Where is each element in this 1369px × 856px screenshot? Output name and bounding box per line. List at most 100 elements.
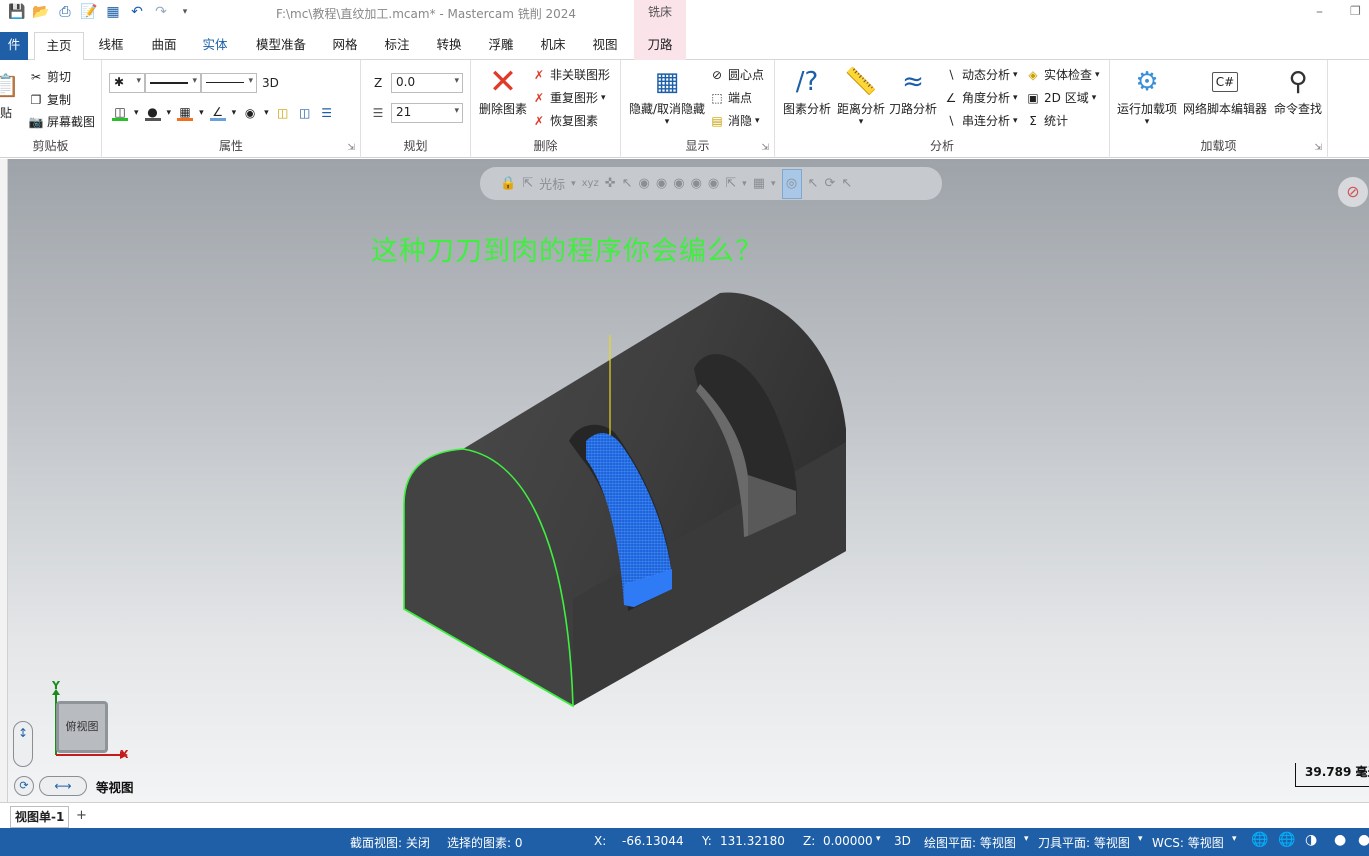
chevron-down-icon[interactable]: ▾ [167,108,172,118]
solid-check-button[interactable]: ◈ 实体检查 ▾ [1025,66,1099,83]
manager-collapsed-strip[interactable] [0,159,8,802]
open-folder-icon[interactable]: 📂 [32,3,50,21]
screenshot-button[interactable]: 📷 屏幕截图 [28,113,96,130]
tab-annotate[interactable]: 标注 [376,32,418,60]
dynamic-analysis-icon: ∖ [947,67,955,82]
duplicate-geometry-button[interactable]: ✗ 重复图形 ▾ [531,89,606,106]
viewcube-label: 俯视图 [65,720,99,733]
angle-analysis-button[interactable]: ∠ 角度分析 ▾ [943,89,1018,106]
material-icon[interactable]: ◉ [242,105,258,121]
hide-unhide-button[interactable]: ▦ 隐藏/取消隐藏 ▾ [627,64,707,127]
z-depth-input[interactable]: 0.0 ▾ [391,73,463,93]
addins-launcher-icon[interactable]: ⇲ [1314,143,1322,153]
tab-home[interactable]: 主页 [34,32,84,61]
redo-icon[interactable]: ↷ [152,3,170,21]
copy-icon: ❐ [30,92,42,107]
merge-icon[interactable]: ▦ [104,3,122,21]
wireframe-display-icon[interactable]: 🌐 [1278,832,1295,848]
undo-icon[interactable]: ↶ [128,3,146,21]
view-sheet-tab[interactable]: 视图单-1 [10,806,70,828]
dynamic-analysis-button[interactable]: ∖ 动态分析 ▾ [943,66,1017,83]
chevron-down-icon[interactable]: ▾ [134,108,139,118]
add-view-sheet-button[interactable]: + [76,808,87,823]
print-icon[interactable]: ⎙ [56,3,74,21]
tab-machine[interactable]: 机床 [532,32,574,60]
rotate-icon[interactable]: ⟳ [14,776,34,796]
tab-file[interactable]: 件 [0,32,28,60]
line-style-select[interactable]: ▾ [145,73,201,93]
run-addin-button[interactable]: ⚙ 运行加载项 ▾ [1116,64,1178,127]
globe-icon[interactable]: 🌐 [1251,832,1268,848]
save-as-icon[interactable]: 📝 [80,3,98,21]
level-input[interactable]: 21 ▾ [391,103,463,123]
blank-button[interactable]: ▤ 消隐 ▾ [709,112,760,129]
statistics-button[interactable]: Σ 统计 [1025,112,1068,129]
toolpath-analysis-button[interactable]: ≈ 刀路分析 [887,64,939,117]
reset-attributes-icon[interactable]: ◫ [297,105,313,121]
chevron-down-icon[interactable]: ▾ [1024,834,1029,844]
minimize-icon[interactable]: – [1316,4,1323,20]
set-attributes-icon[interactable]: ◫ [275,105,291,121]
restore-icon[interactable]: ❐ [1350,4,1361,18]
cplane-status[interactable]: 绘图平面: 等视图 [924,834,1016,851]
tab-toolpath[interactable]: 刀路 [634,28,686,60]
chevron-down-icon: ▾ [858,117,864,127]
tplane-status[interactable]: 刀具平面: 等视图 [1038,834,1130,851]
pan-vertical-icon[interactable]: ↕ [13,721,33,767]
attributes-launcher-icon[interactable]: ⇲ [347,143,355,153]
qat-customize-icon[interactable]: ▾ [176,3,194,21]
tab-view[interactable]: 视图 [584,32,626,60]
tab-surface[interactable]: 曲面 [143,32,185,60]
tab-mesh[interactable]: 网格 [324,32,366,60]
display-launcher-icon[interactable]: ⇲ [761,143,769,153]
unrelated-geometry-button[interactable]: ✗ 非关联图形 [531,66,610,83]
tab-wireframe[interactable]: 线框 [90,32,132,60]
tab-model-prep[interactable]: 模型准备 [250,32,312,60]
entity-analysis-button[interactable]: ∕? 图素分析 [781,64,833,117]
chevron-down-icon[interactable]: ▾ [232,108,237,118]
group-label-delete: 删除 [533,139,558,153]
copy-button[interactable]: ❐ 复制 [28,91,71,108]
paste-button[interactable]: 📋 贴 [0,68,20,121]
mode-3d-status[interactable]: 3D [894,834,911,848]
chain-analysis-button[interactable]: ∖ 串连分析 ▾ [943,112,1017,129]
part-model[interactable] [8,159,1369,802]
translucency-icon[interactable]: ● [1358,832,1369,848]
level-icon: ☰ [372,106,384,120]
solid-display-icon[interactable]: ● [1334,832,1346,848]
wcs-status[interactable]: WCS: 等视图 [1152,834,1224,851]
chevron-down-icon: ▾ [136,76,141,86]
point-style-select[interactable]: ✱ ▾ [109,73,145,93]
point-color-icon[interactable]: ∠ [209,105,226,121]
chevron-down-icon[interactable]: ▾ [876,834,881,844]
wireframe-color-icon[interactable]: ◫ [112,105,128,121]
cut-button[interactable]: ✂ 剪切 [28,68,71,85]
surface-color-icon[interactable]: ▦ [177,105,194,121]
restore-entities-button[interactable]: ✗ 恢复图素 [531,112,598,129]
center-point-button[interactable]: ⊘ 圆心点 [709,66,764,83]
solid-color-icon[interactable]: ● [144,105,161,121]
line-width-select[interactable]: ▾ [201,73,257,93]
mode-3d-toggle[interactable]: 3D [262,76,279,90]
command-finder-button[interactable]: ⚲ 命令查找 [1272,64,1324,117]
chevron-down-icon[interactable]: ▾ [264,108,269,118]
chevron-down-icon[interactable]: ▾ [199,108,204,118]
tab-solid[interactable]: 实体 [194,32,236,60]
tab-transform[interactable]: 转换 [428,32,470,60]
attribute-manager-icon[interactable]: ☰ [319,105,335,121]
tab-relief[interactable]: 浮雕 [480,32,522,60]
save-icon[interactable]: 💾 [8,3,26,21]
pan-horizontal-icon[interactable]: ⟷ [39,776,87,796]
area-2d-button[interactable]: ▣ 2D 区域 ▾ [1025,89,1096,106]
endpoint-button[interactable]: ⬚ 端点 [709,89,752,106]
distance-analysis-button[interactable]: 📏 距离分析 ▾ [835,64,887,127]
shaded-display-icon[interactable]: ◑ [1305,832,1317,848]
graphics-viewport[interactable]: 🔒 ⇱ 光标 ▾ xyz ✜ ↖ ◉ ◉ ◉ ◉ ◉ ⇱ ▾ ▦ ▾ ◎ ↖ ⟳… [8,159,1369,802]
delete-entities-button[interactable]: ✕ 删除图素 [477,62,529,117]
chevron-down-icon: ▾ [755,115,760,126]
net-script-editor-button[interactable]: C# 网络脚本编辑器 [1182,64,1268,117]
chevron-down-icon[interactable]: ▾ [1138,834,1143,844]
chevron-down-icon[interactable]: ▾ [1232,834,1237,844]
viewcube[interactable]: 俯视图 [56,701,108,753]
section-view-status[interactable]: 截面视图: 关闭 [350,834,430,851]
